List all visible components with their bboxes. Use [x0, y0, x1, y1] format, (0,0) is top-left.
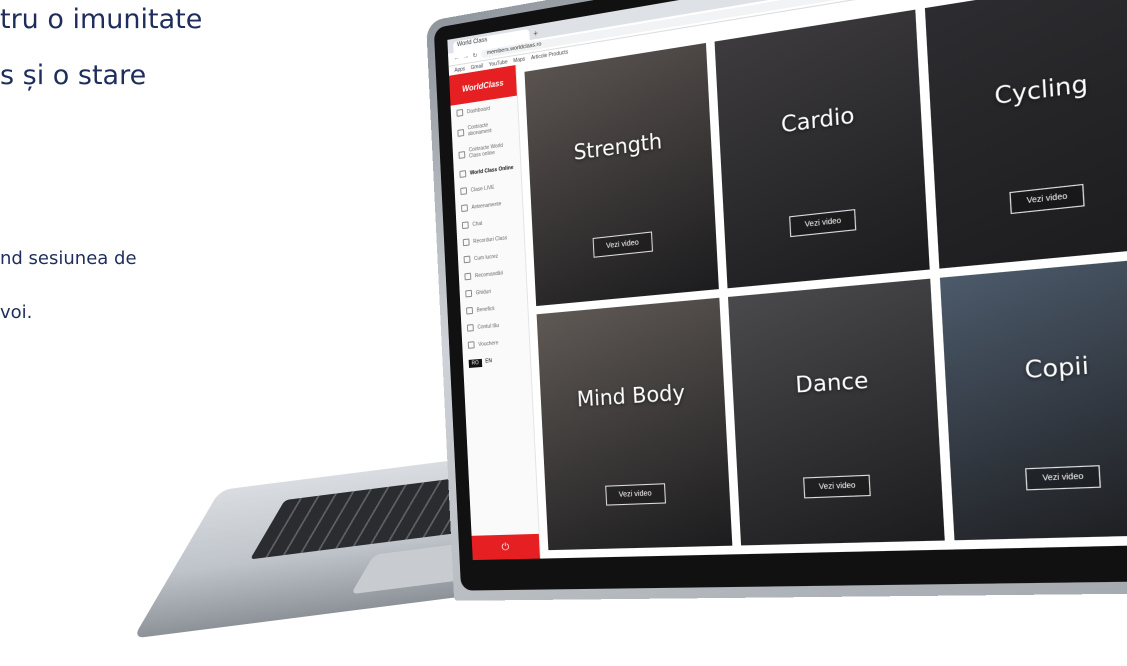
sidebar-item-icon [456, 108, 464, 117]
watch-video-button[interactable]: Vezi video [1025, 464, 1102, 491]
sidebar-item-icon [465, 289, 473, 298]
category-tile[interactable]: Copii Vezi video [940, 257, 1127, 541]
category-tile[interactable]: Dance Vezi video [727, 278, 946, 546]
sidebar-item-icon [461, 204, 468, 213]
category-tile[interactable]: Cycling Vezi video [925, 0, 1127, 269]
reload-icon[interactable]: ↻ [472, 51, 478, 59]
sidebar-item-label: Contracte abonament [467, 122, 492, 138]
category-tile[interactable]: Cardio Vezi video [714, 9, 931, 289]
sidebar-item-icon [466, 306, 473, 315]
sidebar-item-label: Recorduri Class [473, 234, 508, 245]
sidebar-item-icon [457, 128, 465, 137]
sidebar-item-label: Clase LIVE [470, 184, 495, 194]
category-title: Cycling [993, 69, 1089, 111]
app-area: WorldClass Dashboard Contracte abonament C… [449, 0, 1127, 561]
sidebar-item-icon [466, 324, 474, 332]
sidebar-item-icon [461, 221, 469, 230]
watch-video-button[interactable]: Vezi video [604, 482, 666, 506]
new-tab-icon[interactable]: + [533, 27, 538, 39]
sidebar-item-icon [463, 255, 471, 264]
sidebar-item-label: Vouchere [478, 339, 499, 348]
category-grid: Strength Vezi video Cardio Vezi video Cyclin… [516, 0, 1127, 559]
sidebar-item-icon [460, 187, 468, 196]
watch-video-button[interactable]: Vezi video [803, 474, 872, 499]
sidebar-item-label: Contul tău [477, 322, 500, 331]
screen: World Class + ← → ↻ members.worldclass.r… [447, 0, 1127, 561]
sidebar-item-icon [458, 150, 466, 159]
sidebar-item-icon [464, 272, 472, 281]
lang-en[interactable]: EN [485, 358, 492, 367]
forward-icon[interactable]: → [463, 53, 469, 60]
laptop: World Class + ← → ↻ members.worldclass.r… [0, 0, 1127, 666]
power-icon[interactable]: ⏻ [471, 533, 540, 561]
back-icon[interactable]: ← [454, 55, 460, 62]
watch-video-button[interactable]: Vezi video [789, 208, 857, 237]
category-title: Dance [794, 366, 870, 399]
sidebar-item-icon [459, 170, 467, 178]
screen-bezel: World Class + ← → ↻ members.worldclass.r… [433, 0, 1127, 591]
watch-video-button[interactable]: Vezi video [1009, 183, 1085, 214]
sidebar-item-label: Chat [472, 220, 483, 228]
sidebar-item-label: Contracte World Class online [468, 142, 504, 160]
category-tile[interactable]: Mind Body Vezi video [536, 297, 732, 551]
category-title: Cardio [780, 101, 856, 139]
language-switch: RO EN [463, 349, 531, 375]
sidebar-items: Dashboard Contracte abonament Contracte Wo… [451, 96, 530, 355]
laptop-lid: World Class + ← → ↻ members.worldclass.r… [425, 0, 1127, 601]
category-title: Copii [1023, 351, 1090, 385]
category-tile[interactable]: Strength Vezi video [524, 42, 719, 307]
sidebar-item-label: Ghiduri [475, 288, 492, 296]
sidebar-item-label: Cum lucrez [473, 253, 499, 262]
watch-video-button[interactable]: Vezi video [592, 231, 653, 258]
lang-ro[interactable]: RO [468, 358, 482, 368]
sidebar-item-icon [462, 238, 470, 247]
sidebar-item-icon [467, 341, 475, 349]
sidebar-item-label: Antrenamente [471, 200, 502, 211]
sidebar-item-label: World Class Online [469, 164, 514, 177]
category-title: Strength [573, 128, 663, 166]
sidebar-item-label: Recomandări [474, 269, 504, 279]
category-title: Mind Body [576, 379, 686, 413]
sidebar-item-label: Beneficii [476, 305, 495, 314]
sidebar-item-label: Dashboard [466, 105, 491, 115]
